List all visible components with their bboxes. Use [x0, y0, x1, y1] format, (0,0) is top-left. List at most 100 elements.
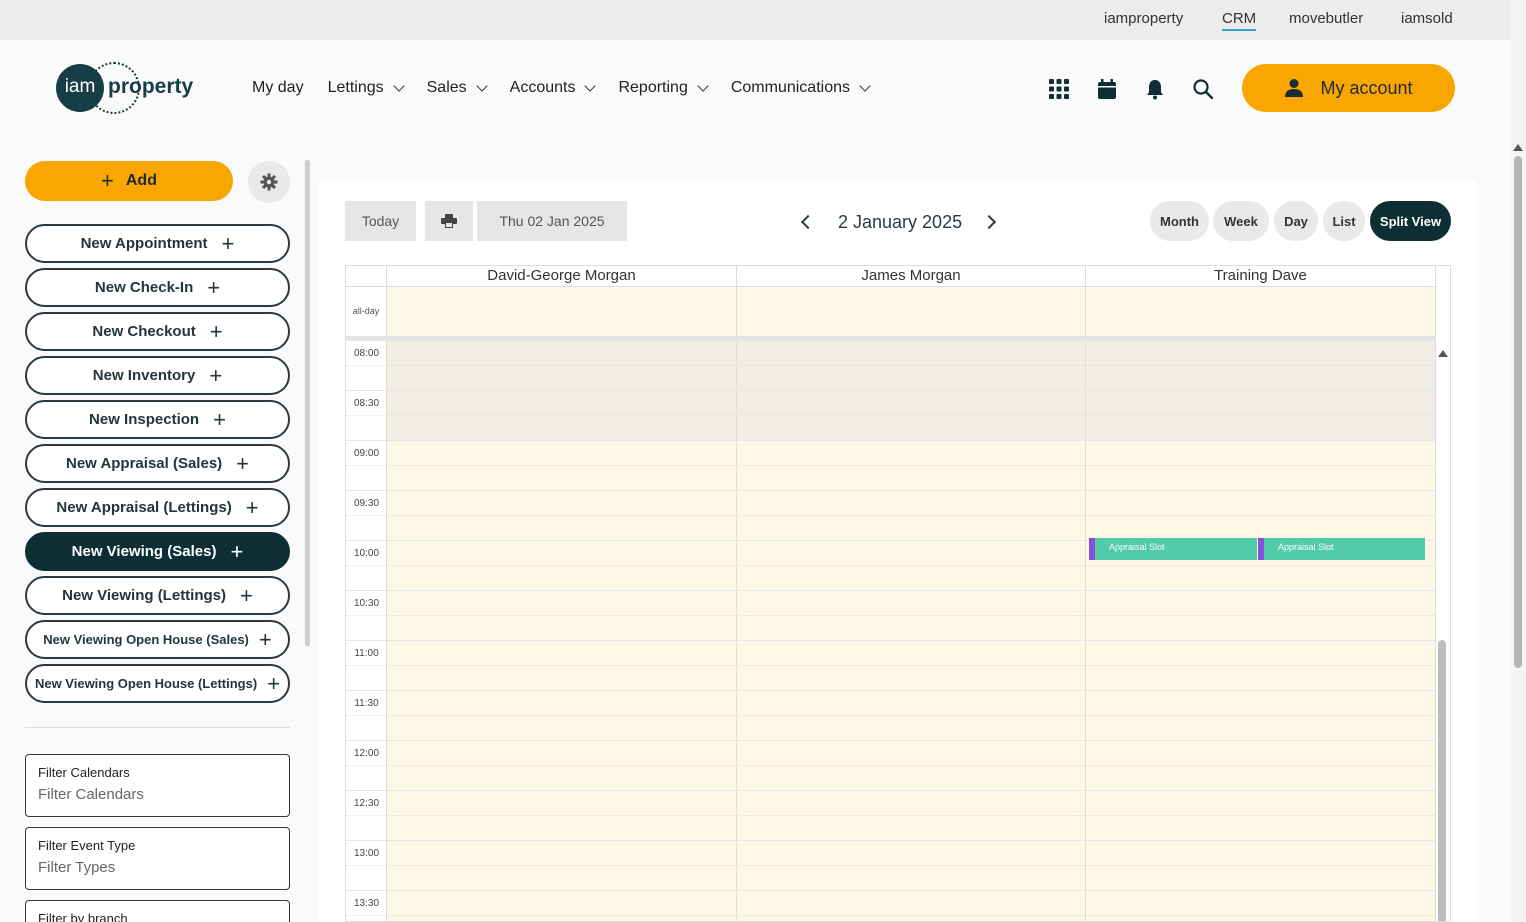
view-day-button[interactable]: Day: [1274, 201, 1318, 241]
link-iamsold[interactable]: iamsold: [1401, 10, 1453, 27]
time-label: 08:30: [353, 398, 380, 409]
plus-icon: +: [240, 582, 253, 608]
time-axis: [346, 340, 387, 921]
time-label: 09:00: [353, 448, 380, 459]
my-account-label: My account: [1320, 77, 1413, 98]
link-movebutler[interactable]: movebutler: [1289, 10, 1363, 27]
scroll-up-icon[interactable]: [1438, 350, 1448, 357]
nav-sales[interactable]: Sales: [426, 79, 488, 97]
filter-placeholder: Filter Types: [38, 859, 116, 876]
action-label: New Appointment: [80, 235, 208, 252]
calendar-title: 2 January 2025: [838, 212, 963, 232]
time-label: 12:00: [353, 748, 380, 759]
action-label: New Viewing (Lettings): [62, 587, 227, 604]
sidebar-divider: [25, 727, 290, 728]
apps-grid-icon[interactable]: [1048, 78, 1070, 100]
new-inspection-button[interactable]: New Inspection +: [25, 400, 290, 439]
event-title: Appraisal Slot: [1278, 542, 1334, 552]
date-picker-input[interactable]: Thu 02 Jan 2025: [477, 201, 627, 241]
slot-line: [346, 840, 1435, 841]
scroll-thumb[interactable]: [1438, 640, 1446, 921]
plus-icon: +: [245, 494, 259, 520]
slot-half-line: [346, 815, 1435, 816]
calendar-icon[interactable]: [1096, 78, 1118, 100]
plus-icon: +: [221, 230, 235, 256]
filter-event-type-field[interactable]: Filter Event Type Filter Types: [25, 827, 290, 890]
page-scrollbar[interactable]: [1511, 0, 1526, 922]
resource-header: Training Dave: [1086, 266, 1436, 287]
action-label: New Inventory: [92, 367, 196, 384]
new-viewing-open-house-lettings-button[interactable]: New Viewing Open House (Lettings) +: [25, 664, 290, 703]
action-label: New Appraisal (Sales): [65, 455, 223, 472]
new-viewing-open-house-sales-button[interactable]: New Viewing Open House (Sales) +: [25, 620, 290, 659]
slot-half-line: [346, 365, 1435, 366]
time-label: 12:30: [353, 798, 380, 809]
slot-line: [346, 490, 1435, 491]
action-label: New Checkout: [92, 323, 196, 340]
nav-label: Sales: [426, 79, 467, 96]
allday-cell[interactable]: [387, 287, 737, 336]
time-label: 11:00: [354, 648, 379, 659]
slot-line: [346, 740, 1435, 741]
nav-label: Lettings: [327, 79, 384, 96]
next-day-icon[interactable]: [981, 214, 997, 230]
action-label: New Appraisal (Lettings): [56, 499, 232, 516]
time-label: 11:30: [354, 698, 379, 709]
search-icon[interactable]: [1192, 78, 1214, 100]
nav-communications[interactable]: Communications: [731, 79, 871, 97]
plus-icon: +: [236, 450, 250, 476]
plus-icon: +: [209, 362, 223, 388]
link-crm[interactable]: CRM: [1222, 10, 1257, 31]
print-button[interactable]: [425, 201, 473, 241]
plus-icon: +: [207, 274, 221, 300]
view-week-button[interactable]: Week: [1213, 201, 1269, 241]
nav-accounts[interactable]: Accounts: [510, 79, 597, 97]
chevron-down-icon: [584, 80, 597, 92]
filter-branch-field[interactable]: Filter by branch: [25, 900, 290, 922]
my-account-button[interactable]: My account: [1242, 64, 1455, 112]
slot-line: [346, 390, 1435, 391]
action-label: New Viewing (Sales): [71, 543, 217, 560]
chevron-down-icon: [392, 80, 405, 92]
allday-cell[interactable]: [737, 287, 1086, 336]
event-appraisal-slot[interactable]: Appraisal Slot: [1258, 538, 1425, 560]
allday-cell[interactable]: [1086, 287, 1436, 336]
slot-line: [346, 590, 1435, 591]
settings-button[interactable]: [248, 161, 290, 203]
nav-lettings[interactable]: Lettings: [327, 79, 405, 97]
new-appraisal-sales-button[interactable]: New Appraisal (Sales) +: [25, 444, 290, 483]
sidebar: + Add New Appointment + New Check-In + New…: [0, 136, 318, 922]
scroll-up-icon[interactable]: [1513, 144, 1523, 151]
bell-icon[interactable]: [1144, 78, 1166, 100]
new-appointment-button[interactable]: New Appointment +: [25, 224, 290, 263]
scroll-thumb[interactable]: [1514, 156, 1522, 668]
new-inventory-button[interactable]: New Inventory +: [25, 356, 290, 395]
time-label: 09:30: [353, 498, 380, 509]
main-nav: My day Lettings Sales Accounts Reporting…: [252, 79, 893, 97]
nav-my-day[interactable]: My day: [252, 79, 304, 97]
chevron-down-icon: [859, 80, 871, 92]
new-check-in-button[interactable]: New Check-In +: [25, 268, 290, 307]
action-label: New Check-In: [94, 279, 194, 296]
today-button[interactable]: Today: [345, 201, 416, 241]
prev-day-icon[interactable]: [800, 214, 816, 230]
slot-line: [346, 640, 1435, 641]
view-list-button[interactable]: List: [1323, 201, 1365, 241]
new-appraisal-lettings-button[interactable]: New Appraisal (Lettings) +: [25, 488, 290, 527]
new-viewing-sales-button[interactable]: New Viewing (Sales) +: [25, 532, 290, 571]
new-viewing-lettings-button[interactable]: New Viewing (Lettings) +: [25, 576, 290, 615]
nav-reporting[interactable]: Reporting: [618, 79, 709, 97]
plus-icon: +: [258, 626, 272, 652]
new-checkout-button[interactable]: New Checkout +: [25, 312, 290, 351]
sidebar-scrollbar[interactable]: [305, 160, 310, 646]
calendar-scrollbar[interactable]: [1438, 350, 1448, 921]
view-split-button[interactable]: Split View: [1370, 201, 1451, 241]
resource-header: James Morgan: [737, 266, 1086, 287]
link-iamproperty[interactable]: iamproperty: [1104, 10, 1183, 27]
event-appraisal-slot[interactable]: Appraisal Slot: [1089, 538, 1257, 560]
slot-half-line: [346, 415, 1435, 416]
user-icon: [1285, 79, 1304, 97]
add-button[interactable]: + Add: [25, 161, 233, 201]
filter-calendars-field[interactable]: Filter Calendars Filter Calendars: [25, 754, 290, 817]
view-month-button[interactable]: Month: [1150, 201, 1209, 241]
